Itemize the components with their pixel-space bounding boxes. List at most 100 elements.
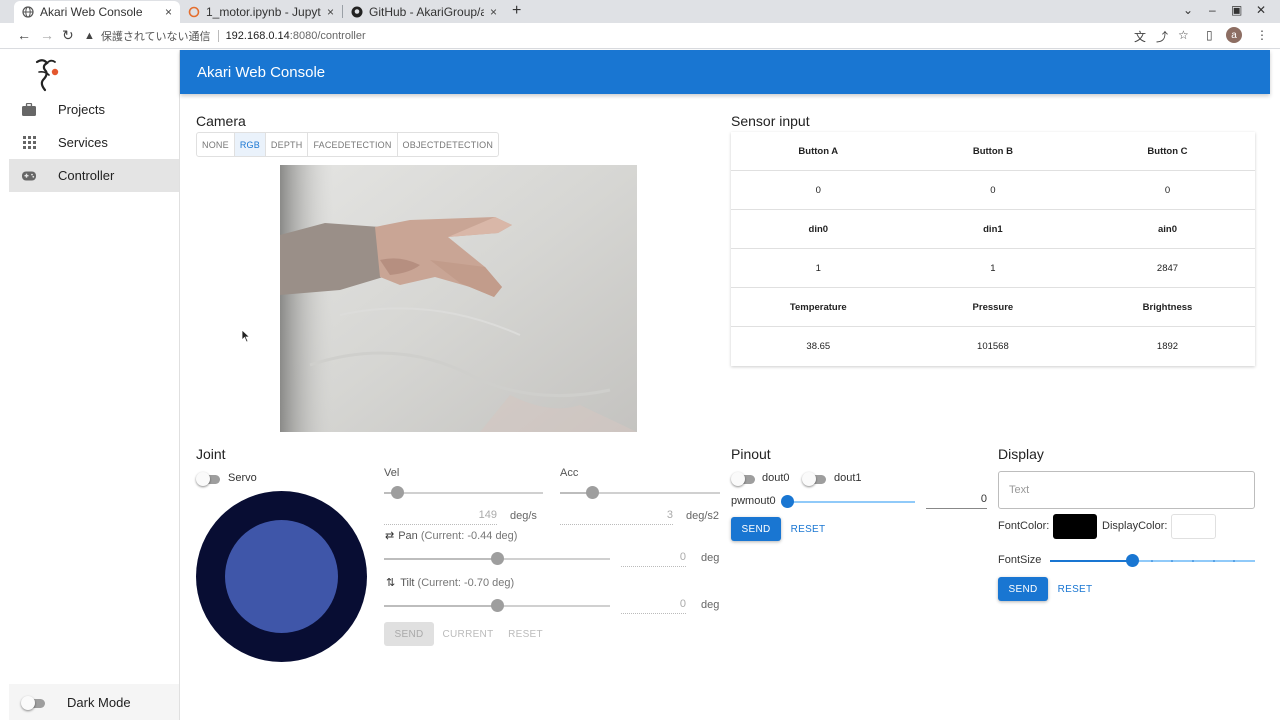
- slider-thumb[interactable]: [781, 495, 794, 508]
- camera-mode-group: NONE RGB DEPTH FACEDETECTION OBJECTDETEC…: [196, 132, 500, 157]
- minimize-icon[interactable]: –: [1209, 3, 1216, 17]
- table-header-cell: din1: [983, 223, 1003, 235]
- pan-slider[interactable]: [384, 552, 610, 566]
- vel-label: Vel: [384, 467, 400, 479]
- avatar[interactable]: a: [1226, 27, 1242, 43]
- address-bar: ← → ↻ ▲ 保護されていない通信 192.168.0.14 :8080/co…: [0, 23, 1280, 49]
- close-window-icon[interactable]: ✕: [1256, 3, 1266, 17]
- browser-tab-github[interactable]: GitHub - AkariGroup/akari ×: [343, 1, 505, 23]
- table-cell: 2847: [1156, 262, 1179, 274]
- browser-tab-jupyter[interactable]: 1_motor.ipynb - JupyterLab ×: [180, 1, 342, 23]
- acc-slider[interactable]: [560, 486, 720, 500]
- new-tab-button[interactable]: +: [512, 2, 521, 20]
- arrow-left-icon[interactable]: ←: [17, 27, 31, 43]
- table-cell: 1: [815, 262, 821, 274]
- maximize-icon[interactable]: ▣: [1231, 3, 1242, 17]
- sidebar-item-label: Controller: [58, 168, 115, 183]
- gamepad-icon: [22, 169, 36, 183]
- display-send-button[interactable]: SEND: [998, 577, 1048, 601]
- close-icon[interactable]: ×: [490, 5, 497, 19]
- tilt-slider[interactable]: [384, 599, 610, 613]
- pwm-slider[interactable]: [781, 495, 915, 509]
- table-row: Button A Button B Button C: [731, 132, 1255, 171]
- reload-icon[interactable]: ↻: [62, 27, 74, 44]
- pan-unit: deg: [701, 552, 720, 564]
- arrow-right-icon[interactable]: →: [40, 27, 54, 43]
- acc-input[interactable]: 3: [560, 509, 673, 525]
- sidebar: Projects Services Controller Dark Mode: [9, 50, 180, 720]
- slider-thumb[interactable]: [491, 552, 504, 565]
- swap-horizontal-icon: ⇄: [385, 530, 395, 542]
- slider-thumb[interactable]: [390, 486, 404, 499]
- table-row: 1 1 2847: [731, 249, 1255, 288]
- slider-thumb[interactable]: [586, 486, 599, 499]
- camera-mode-rgb[interactable]: RGB: [234, 133, 266, 156]
- pan-label: Pan: [398, 530, 418, 542]
- dark-mode-toggle[interactable]: [21, 696, 45, 710]
- vel-input[interactable]: 149: [384, 509, 497, 525]
- camera-mode-facedetection[interactable]: FACEDETECTION: [308, 133, 398, 156]
- camera-mode-objectdetection[interactable]: OBJECTDETECTION: [398, 133, 499, 156]
- tab-label: GitHub - AkariGroup/akari: [369, 5, 484, 19]
- sidebar-item-controller[interactable]: Controller: [9, 159, 179, 192]
- table-header-cell: Button C: [1147, 145, 1188, 157]
- joint-reset-button[interactable]: RESET: [503, 622, 548, 646]
- servo-toggle[interactable]: [196, 472, 220, 486]
- joystick-pad[interactable]: [196, 491, 367, 662]
- vel-slider[interactable]: [384, 486, 543, 500]
- pwm-label: pwmout0: [731, 495, 776, 507]
- font-color-swatch[interactable]: [1053, 514, 1097, 539]
- swap-vertical-icon: ⇅: [386, 577, 396, 589]
- display-reset-button[interactable]: RESET: [1053, 577, 1097, 601]
- vel-unit: deg/s: [510, 510, 537, 522]
- font-size-ticks: [1069, 560, 1235, 562]
- url-path: :8080/controller: [289, 30, 366, 42]
- grid-icon: [22, 136, 36, 150]
- star-icon[interactable]: ☆: [1178, 28, 1189, 42]
- kebab-menu-icon[interactable]: ⋮: [1256, 28, 1268, 42]
- pinout-send-button[interactable]: SEND: [731, 517, 781, 541]
- pwm-input[interactable]: 0: [926, 493, 987, 509]
- warning-icon[interactable]: ▲: [84, 30, 95, 42]
- mouse-cursor-icon: [241, 329, 251, 343]
- camera-mode-none[interactable]: NONE: [197, 133, 235, 156]
- dout0-toggle[interactable]: [731, 472, 755, 486]
- tilt-unit: deg: [701, 599, 720, 611]
- app-bar: Akari Web Console: [180, 50, 1270, 94]
- tilt-heading: ⇅ Tilt (Current: -0.70 deg): [386, 576, 514, 589]
- share-icon[interactable]: ⤴: [1156, 28, 1168, 45]
- table-cell: 0: [1164, 184, 1171, 196]
- dout1-toggle[interactable]: [802, 472, 826, 486]
- slider-thumb[interactable]: [491, 599, 504, 612]
- sidebar-item-label: Projects: [58, 102, 105, 117]
- sensor-title: Sensor input: [731, 113, 810, 129]
- pinout-reset-button[interactable]: RESET: [786, 517, 830, 541]
- camera-title: Camera: [196, 113, 246, 129]
- camera-mode-depth[interactable]: DEPTH: [266, 133, 309, 156]
- browser-tab-akari[interactable]: Akari Web Console ×: [14, 1, 180, 23]
- url-field[interactable]: ▲ 保護されていない通信 192.168.0.14 :8080/controll…: [84, 26, 1124, 46]
- servo-label: Servo: [228, 472, 257, 484]
- close-icon[interactable]: ×: [165, 5, 172, 19]
- joint-send-button[interactable]: SEND: [384, 622, 434, 646]
- pan-input[interactable]: 0: [621, 551, 686, 567]
- display-color-swatch[interactable]: [1171, 514, 1216, 539]
- sidepanel-icon[interactable]: ▯: [1206, 28, 1213, 42]
- display-text-input[interactable]: Text: [998, 471, 1255, 509]
- joint-title: Joint: [196, 446, 226, 462]
- sidebar-item-services[interactable]: Services: [9, 126, 179, 159]
- joint-current-button[interactable]: CURRENT: [440, 622, 496, 646]
- dout0-label: dout0: [762, 472, 790, 484]
- briefcase-icon: [22, 103, 36, 117]
- close-icon[interactable]: ×: [327, 5, 334, 19]
- table-row: 38.65 101568 1892: [731, 327, 1255, 366]
- chevron-down-icon[interactable]: ⌄: [1183, 3, 1193, 17]
- display-color-label: DisplayColor:: [1102, 520, 1168, 532]
- table-header-cell: Pressure: [972, 301, 1014, 313]
- table-header-cell: ain0: [1157, 223, 1177, 235]
- translate-icon[interactable]: 文: [1134, 28, 1146, 45]
- tilt-input[interactable]: 0: [621, 598, 686, 614]
- joystick-knob[interactable]: [225, 520, 338, 633]
- sidebar-item-projects[interactable]: Projects: [9, 93, 179, 126]
- font-color-label: FontColor:: [998, 520, 1050, 532]
